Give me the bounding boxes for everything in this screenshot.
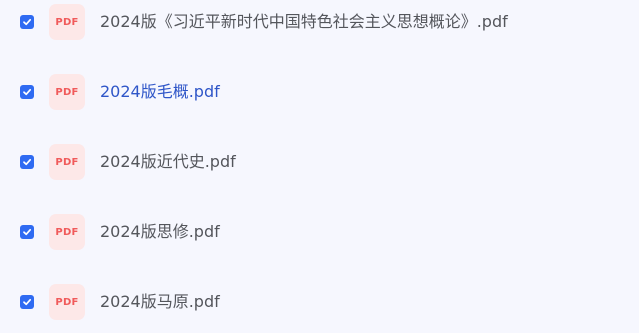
checkbox[interactable]	[20, 85, 34, 99]
checkmark-icon	[23, 298, 32, 306]
pdf-icon-label: PDF	[55, 86, 79, 98]
pdf-icon-label: PDF	[55, 16, 79, 28]
checkmark-icon	[23, 18, 32, 26]
checkbox[interactable]	[20, 155, 34, 169]
file-name[interactable]: 2024版马原.pdf	[100, 282, 220, 322]
file-name[interactable]: 2024版毛概.pdf	[100, 72, 220, 112]
pdf-file-icon: PDF	[49, 4, 85, 40]
pdf-file-icon: PDF	[49, 214, 85, 250]
pdf-file-icon: PDF	[49, 284, 85, 320]
file-row[interactable]: PDF 2024版毛概.pdf	[0, 72, 639, 112]
checkmark-icon	[23, 158, 32, 166]
file-row[interactable]: PDF 2024版马原.pdf	[0, 282, 639, 322]
file-name[interactable]: 2024版近代史.pdf	[100, 142, 236, 182]
pdf-icon-label: PDF	[55, 156, 79, 168]
pdf-file-icon: PDF	[49, 74, 85, 110]
file-name[interactable]: 2024版《习近平新时代中国特色社会主义思想概论》.pdf	[100, 2, 508, 42]
checkbox[interactable]	[20, 15, 34, 29]
pdf-file-icon: PDF	[49, 144, 85, 180]
file-list: PDF 2024版《习近平新时代中国特色社会主义思想概论》.pdf PDF 20…	[0, 0, 639, 333]
pdf-icon-label: PDF	[55, 226, 79, 238]
checkmark-icon	[23, 228, 32, 236]
file-row[interactable]: PDF 2024版思修.pdf	[0, 212, 639, 252]
checkbox[interactable]	[20, 295, 34, 309]
checkbox[interactable]	[20, 225, 34, 239]
pdf-icon-label: PDF	[55, 296, 79, 308]
file-name[interactable]: 2024版思修.pdf	[100, 212, 220, 252]
file-row[interactable]: PDF 2024版《习近平新时代中国特色社会主义思想概论》.pdf	[0, 2, 639, 42]
checkmark-icon	[23, 88, 32, 96]
file-row[interactable]: PDF 2024版近代史.pdf	[0, 142, 639, 182]
